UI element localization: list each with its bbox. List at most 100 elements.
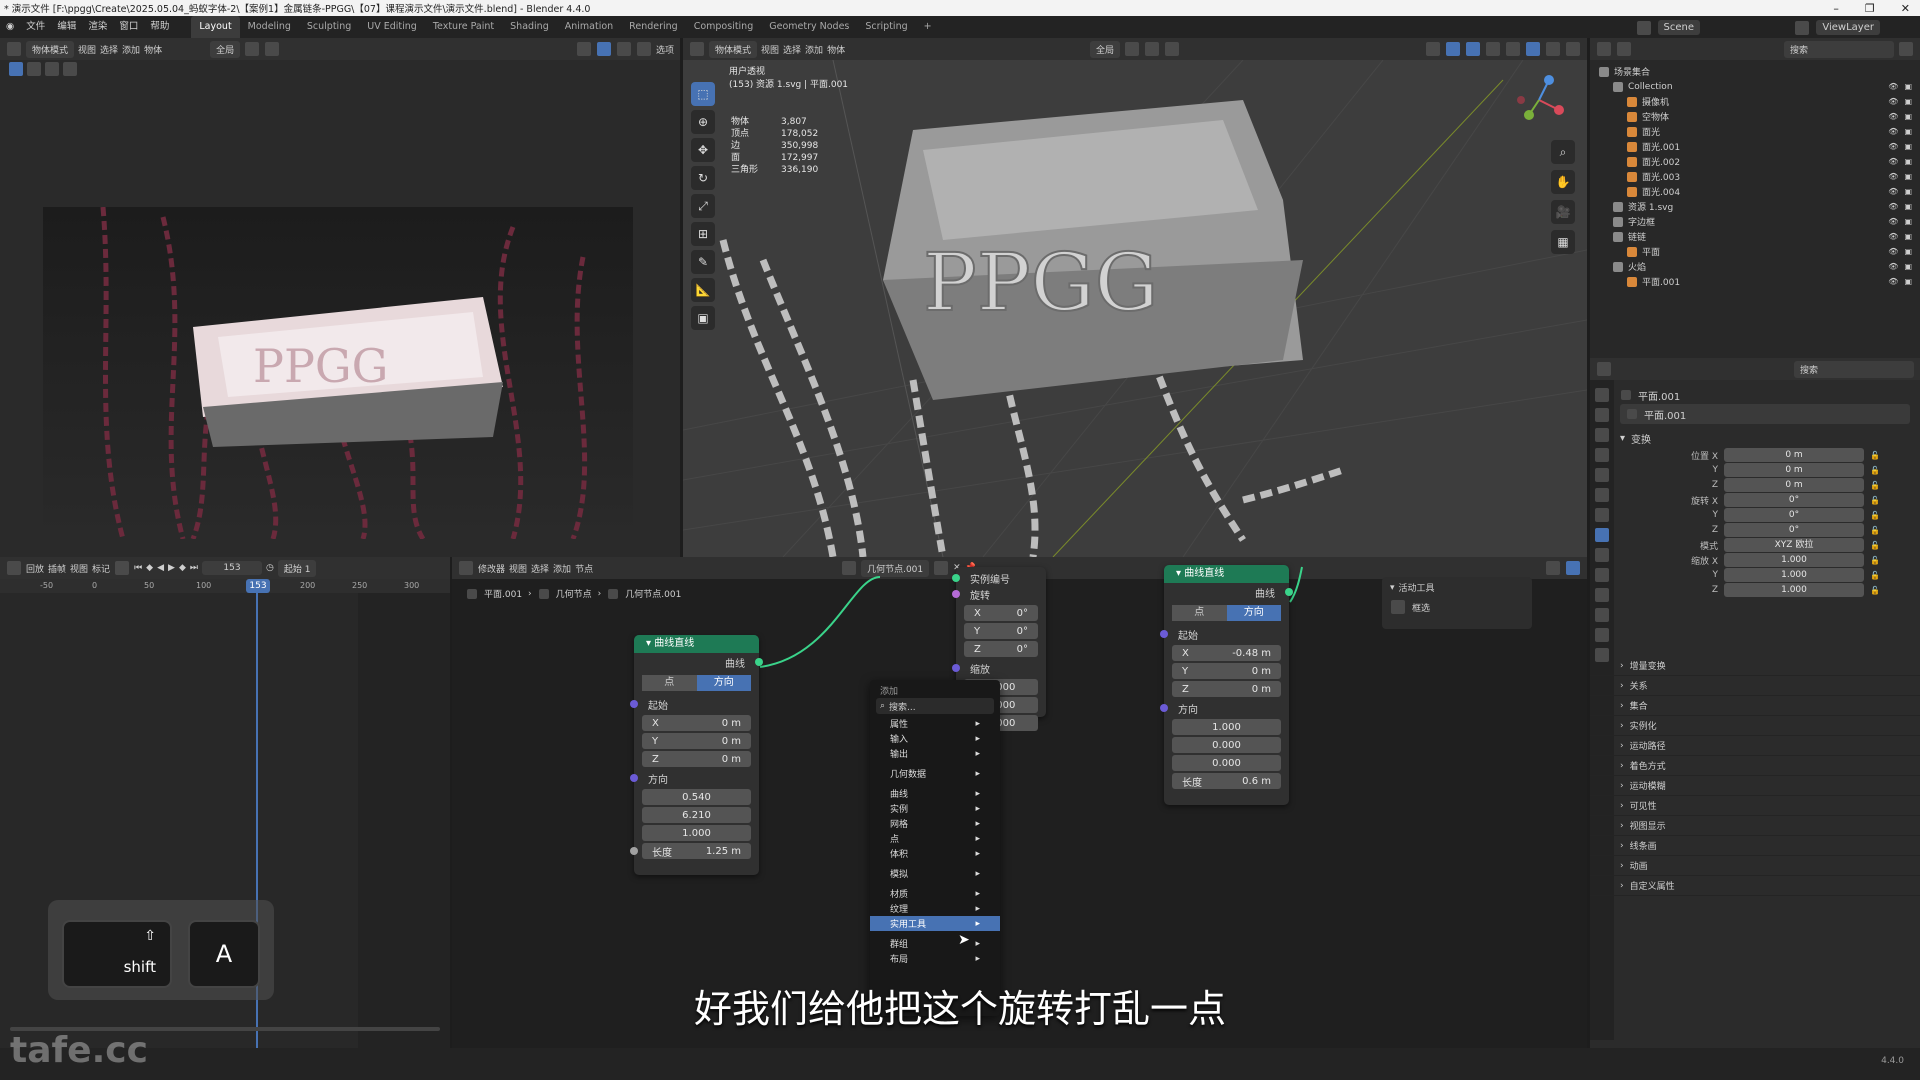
visibility-icon[interactable] bbox=[1426, 42, 1440, 56]
eye-icon[interactable]: 👁 bbox=[1888, 277, 1898, 286]
start-frame-field[interactable]: 起始 1 bbox=[277, 559, 317, 577]
add-menu-search[interactable]: ⌕ 搜索... bbox=[876, 698, 994, 714]
camera-icon[interactable]: ▣ bbox=[1904, 202, 1912, 211]
display-mode-icon[interactable] bbox=[1617, 42, 1631, 56]
properties-panel-header[interactable]: › 动画 bbox=[1590, 856, 1920, 876]
grid-view-icon[interactable]: ▦ bbox=[1551, 230, 1575, 254]
eye-icon[interactable]: 👁 bbox=[1888, 187, 1898, 196]
shading-solid-icon[interactable] bbox=[596, 42, 611, 56]
eye-icon[interactable]: 👁 bbox=[1888, 112, 1898, 121]
tab-animation[interactable]: Animation bbox=[557, 16, 621, 38]
lock-icon[interactable]: 🔓 bbox=[1870, 526, 1910, 535]
viewport-menu-object[interactable]: 物体 bbox=[827, 43, 845, 56]
add-menu-item[interactable]: 曲线 ▸ bbox=[870, 786, 1000, 801]
rotation-x-field[interactable]: 0° bbox=[1724, 493, 1864, 507]
direction-input-socket[interactable] bbox=[630, 774, 638, 782]
properties-panel-header[interactable]: › 实例化 bbox=[1590, 716, 1920, 736]
eye-icon[interactable]: 👁 bbox=[1888, 247, 1898, 256]
start-z-field[interactable]: Z0 m bbox=[1172, 681, 1281, 697]
eye-icon[interactable]: 👁 bbox=[1888, 232, 1898, 241]
blender-logo-icon[interactable]: ◉ bbox=[0, 16, 20, 38]
playhead-frame-label[interactable]: 153 bbox=[246, 579, 270, 593]
eye-icon[interactable]: 👁 bbox=[1888, 262, 1898, 271]
rotate-tool-icon[interactable]: ↻ bbox=[691, 166, 715, 190]
rotation-z-field[interactable]: Z 0° bbox=[964, 641, 1038, 657]
properties-panel-header[interactable]: › 着色方式 bbox=[1590, 756, 1920, 776]
object-name-field[interactable]: 平面.001 bbox=[1620, 404, 1910, 424]
scale-x-field[interactable]: 1.000 bbox=[1724, 553, 1864, 567]
mode-direction[interactable]: 方向 bbox=[696, 675, 751, 691]
lock-icon[interactable]: 🔓 bbox=[1870, 571, 1910, 580]
rotation-mode-field[interactable]: XYZ 欧拉 bbox=[1724, 538, 1864, 552]
play-reverse-icon[interactable]: ◀ bbox=[157, 563, 164, 573]
xray-icon[interactable] bbox=[1486, 42, 1500, 56]
menu-window[interactable]: 窗口 bbox=[113, 16, 144, 38]
add-menu-item[interactable]: 输入 ▸ bbox=[870, 731, 1000, 746]
timeline-menu-marker[interactable]: 标记 bbox=[92, 562, 110, 575]
add-menu-item[interactable]: 实用工具 ▸ bbox=[870, 916, 1000, 931]
editor-type-icon[interactable] bbox=[690, 42, 704, 56]
eye-icon[interactable]: 👁 bbox=[1888, 157, 1898, 166]
mode-points[interactable]: 点 bbox=[642, 675, 697, 691]
camera-icon[interactable]: ▣ bbox=[1904, 82, 1912, 91]
record-icon[interactable] bbox=[115, 561, 130, 575]
tab-sculpting[interactable]: Sculpting bbox=[299, 16, 359, 38]
camera-icon[interactable]: ▣ bbox=[1904, 277, 1912, 286]
properties-search[interactable]: 搜索 bbox=[1794, 360, 1914, 378]
outliner-row[interactable]: 空物体 👁 ▣ bbox=[1598, 109, 1920, 124]
length-field[interactable]: 长度 1.25 m bbox=[630, 843, 751, 859]
camera-icon[interactable]: ▣ bbox=[1904, 112, 1912, 121]
eye-icon[interactable]: 👁 bbox=[1888, 142, 1898, 151]
add-menu-item[interactable]: 模拟 ▸ bbox=[870, 866, 1000, 881]
minimize-button[interactable]: – bbox=[1833, 2, 1839, 15]
lock-icon[interactable]: 🔓 bbox=[1870, 466, 1910, 475]
camera-icon[interactable]: ▣ bbox=[1904, 97, 1912, 106]
tab-shading[interactable]: Shading bbox=[502, 16, 557, 38]
data-tab-icon[interactable] bbox=[1595, 628, 1609, 642]
add-menu-item[interactable]: 网格 ▸ bbox=[870, 816, 1000, 831]
scale-tool-icon[interactable]: ⤢ bbox=[691, 194, 715, 218]
camera-icon[interactable]: ▣ bbox=[1904, 142, 1912, 151]
properties-panel-header[interactable]: › 增量变换 bbox=[1590, 656, 1920, 676]
prev-key-icon[interactable]: ◆ bbox=[146, 563, 153, 573]
close-button[interactable]: ✕ bbox=[1901, 2, 1910, 15]
select-extend-icon[interactable] bbox=[27, 62, 41, 76]
outliner-row[interactable]: Collection 👁 ▣ bbox=[1598, 79, 1920, 94]
viewport-menu-select[interactable]: 选择 bbox=[783, 43, 801, 56]
location-x-field[interactable]: 0 m bbox=[1724, 448, 1864, 462]
properties-panel-header[interactable]: › 运动模糊 bbox=[1590, 776, 1920, 796]
curve-output-socket[interactable] bbox=[1285, 588, 1293, 596]
viewport-transform-orientation[interactable]: 全局 bbox=[1090, 40, 1121, 58]
navigation-gizmo[interactable] bbox=[1509, 70, 1569, 130]
pivot-icon[interactable] bbox=[245, 42, 260, 56]
add-menu-item[interactable]: 群组 ▸ bbox=[870, 936, 1000, 951]
add-menu-item[interactable]: 实例 ▸ bbox=[870, 801, 1000, 816]
curve-output-socket[interactable] bbox=[755, 658, 763, 666]
3d-viewport[interactable]: PPGG 用户透视 (153) 资源 1.svg | 平面.001 物体 3,80… bbox=[683, 60, 1587, 557]
timeline-menu-playback[interactable]: 回放 bbox=[26, 562, 44, 575]
add-workspace-button[interactable]: + bbox=[916, 16, 940, 38]
direction-z-field[interactable]: 0.000 bbox=[1172, 755, 1281, 771]
view-layer-tab-icon[interactable] bbox=[1595, 448, 1609, 462]
eye-icon[interactable]: 👁 bbox=[1888, 217, 1898, 226]
tab-modeling[interactable]: Modeling bbox=[240, 16, 299, 38]
direction-z-field[interactable]: 1.000 bbox=[642, 825, 751, 841]
start-y-field[interactable]: Y0 m bbox=[642, 733, 751, 749]
gizmo-icon[interactable] bbox=[1446, 42, 1460, 56]
start-x-field[interactable]: X0 m bbox=[642, 715, 751, 731]
snap-icon[interactable] bbox=[265, 42, 280, 56]
lock-icon[interactable]: 🔓 bbox=[1870, 481, 1910, 490]
outliner-row[interactable]: 平面 👁 ▣ bbox=[1598, 244, 1920, 259]
scale-y-field[interactable]: 1.000 bbox=[1724, 568, 1864, 582]
tool-tab-icon[interactable] bbox=[1595, 388, 1609, 402]
start-input-socket[interactable] bbox=[630, 700, 638, 708]
object-tab-icon[interactable] bbox=[1595, 528, 1609, 542]
outliner-row[interactable]: 面光.003 👁 ▣ bbox=[1598, 169, 1920, 184]
lock-icon[interactable]: 🔓 bbox=[1870, 496, 1910, 505]
outliner-row[interactable]: 摄像机 👁 ▣ bbox=[1598, 94, 1920, 109]
jump-start-icon[interactable]: ⏮ bbox=[134, 563, 142, 573]
direction-y-field[interactable]: 0.000 bbox=[1172, 737, 1281, 753]
tab-scripting[interactable]: Scripting bbox=[857, 16, 915, 38]
length-field[interactable]: 长度 0.6 m bbox=[1172, 773, 1281, 789]
camera-icon[interactable]: ▣ bbox=[1904, 187, 1912, 196]
